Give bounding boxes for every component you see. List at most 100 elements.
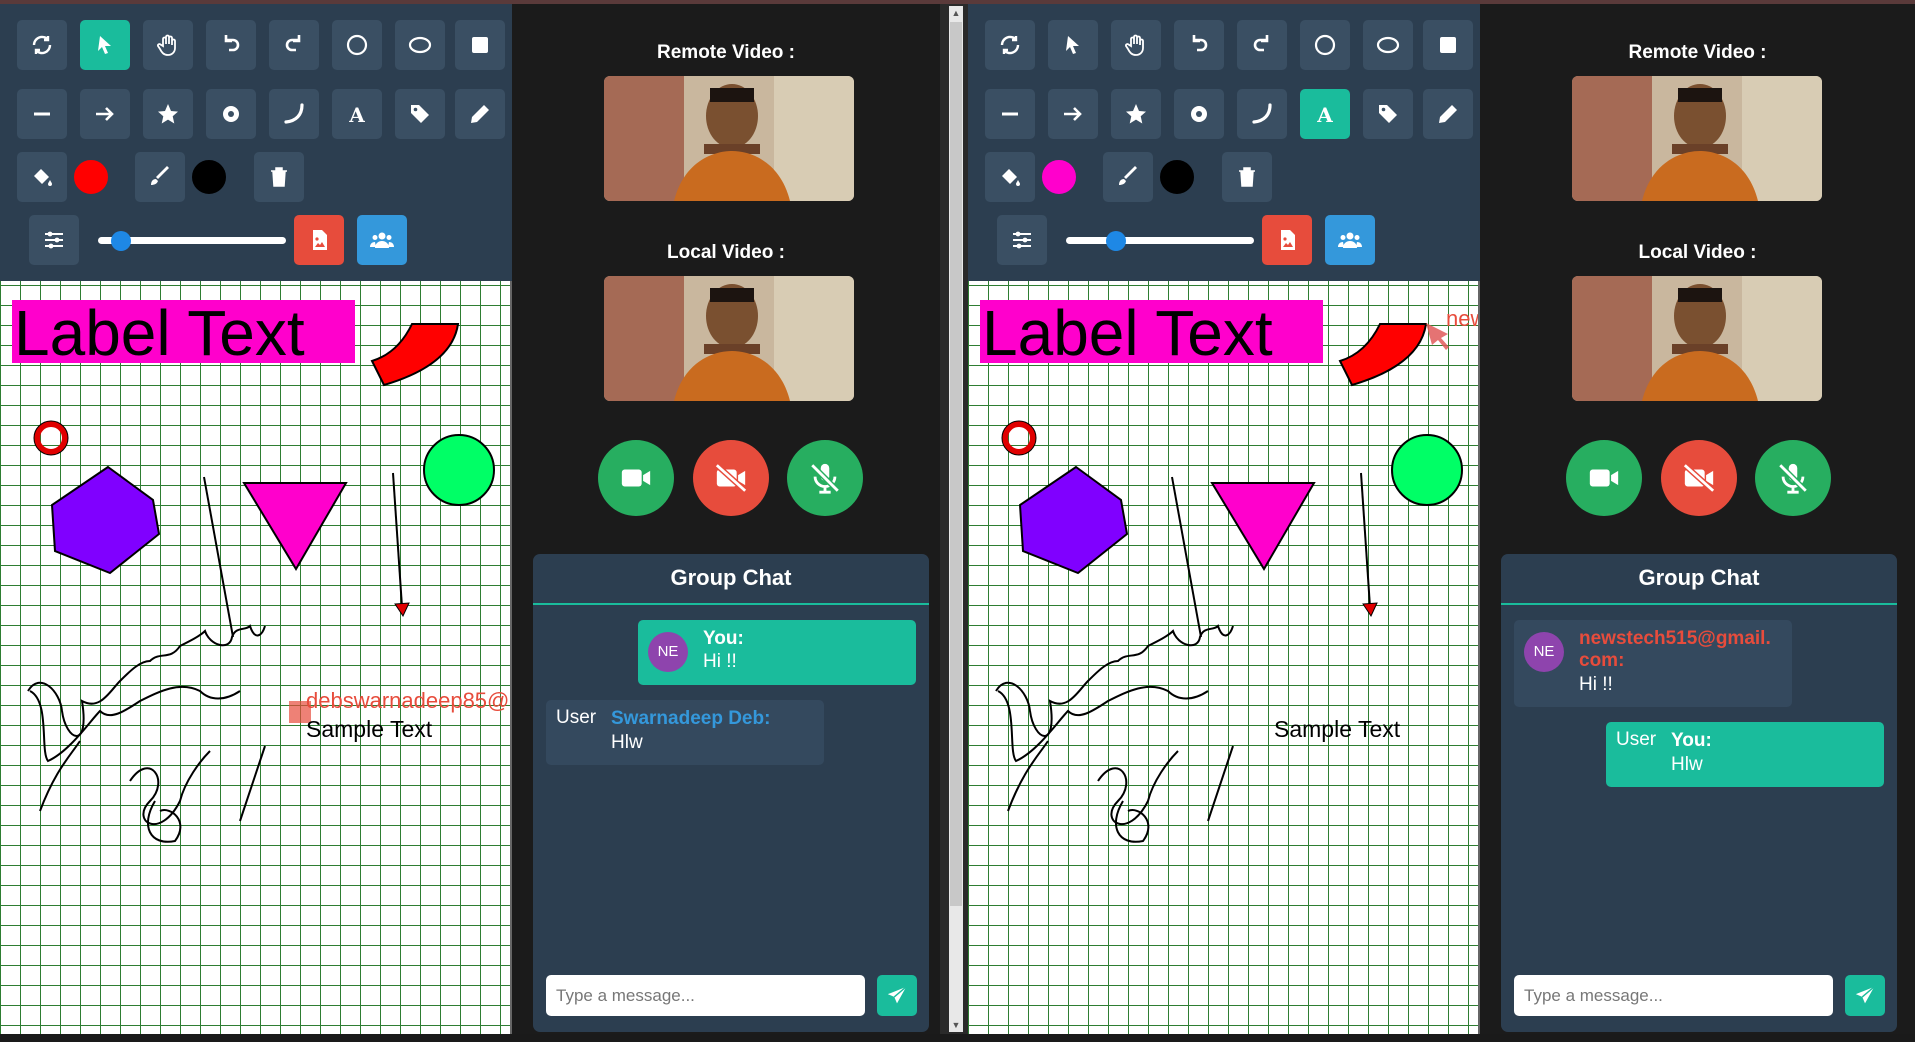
stroke-color-swatch[interactable] xyxy=(190,158,228,196)
label-text[interactable]: Label Text xyxy=(982,297,1273,369)
refresh-button[interactable] xyxy=(985,20,1035,70)
sample-text[interactable]: Sample Text xyxy=(306,716,433,742)
arrow-tool-button[interactable] xyxy=(80,89,130,139)
chat-message-input[interactable]: Type a message... xyxy=(1514,975,1833,1016)
video-call-button[interactable] xyxy=(1566,440,1642,516)
square-icon xyxy=(472,37,488,53)
rectangle-tool-button[interactable] xyxy=(1423,20,1473,70)
text-tool-button[interactable]: A xyxy=(1300,89,1350,139)
export-image-button[interactable] xyxy=(1262,215,1312,265)
ring-tool-button[interactable] xyxy=(1174,89,1224,139)
refresh-button[interactable] xyxy=(17,20,67,70)
filled-circle-shape[interactable] xyxy=(1391,434,1463,506)
arrow-icon xyxy=(96,107,114,121)
line-tool-button[interactable] xyxy=(985,89,1035,139)
circle-outline-icon xyxy=(346,34,368,56)
triangle-shape[interactable] xyxy=(1210,482,1316,571)
whiteboard-canvas[interactable]: Label Text new Sample Text xyxy=(968,281,1480,1034)
scrollbar-thumb[interactable] xyxy=(950,22,962,906)
star-tool-button[interactable] xyxy=(143,89,193,139)
group-users-button[interactable] xyxy=(1325,215,1375,265)
export-image-button[interactable] xyxy=(294,215,344,265)
brush-size-slider[interactable] xyxy=(1066,237,1254,244)
group-users-button[interactable] xyxy=(357,215,407,265)
label-text[interactable]: Label Text xyxy=(14,297,305,369)
stroke-color-button[interactable] xyxy=(135,152,185,202)
signature-scribble[interactable] xyxy=(995,624,1234,737)
signature-scribble[interactable] xyxy=(27,624,266,737)
stroke-color-swatch[interactable] xyxy=(1158,158,1196,196)
undo-button[interactable] xyxy=(1174,20,1224,70)
settings-sliders-icon xyxy=(45,231,63,249)
message-sender: Swarnadeep Deb: xyxy=(611,708,771,729)
arrow-shape[interactable] xyxy=(1360,472,1371,608)
pencil-icon xyxy=(1439,105,1457,123)
left-app-window: A Label Text debswarnadeep85@ Sample Tex… xyxy=(0,4,940,1034)
ring-shape[interactable] xyxy=(34,421,68,455)
stop-video-button[interactable] xyxy=(693,440,769,516)
arc-tool-button[interactable] xyxy=(1237,89,1287,139)
text-tool-button[interactable]: A xyxy=(332,89,382,139)
send-message-button[interactable] xyxy=(877,975,917,1016)
clear-canvas-button[interactable] xyxy=(1222,152,1272,202)
remote-video-label: Remote Video : xyxy=(1628,42,1767,63)
settings-button[interactable] xyxy=(29,215,79,265)
chat-message-input[interactable]: Type a message... xyxy=(546,975,865,1016)
fill-color-button[interactable] xyxy=(985,152,1035,202)
pan-tool-button[interactable] xyxy=(1111,20,1161,70)
line-icon xyxy=(34,112,50,116)
video-call-button[interactable] xyxy=(598,440,674,516)
line-tool-button[interactable] xyxy=(17,89,67,139)
video-camera-icon xyxy=(1589,469,1619,487)
ring-shape[interactable] xyxy=(1002,421,1036,455)
brush-size-slider-thumb[interactable] xyxy=(1106,231,1127,251)
circle-tool-button[interactable] xyxy=(1300,20,1350,70)
arc-shape[interactable] xyxy=(1338,323,1428,387)
line-shape[interactable] xyxy=(1171,476,1202,638)
ellipse-tool-button[interactable] xyxy=(1363,20,1413,70)
filled-circle-shape[interactable] xyxy=(423,434,495,506)
stop-video-button[interactable] xyxy=(1661,440,1737,516)
mute-mic-button[interactable] xyxy=(1755,440,1831,516)
undo-button[interactable] xyxy=(206,20,256,70)
arrow-shape[interactable] xyxy=(392,472,403,608)
scroll-down-icon[interactable]: ▼ xyxy=(950,1020,962,1030)
circle-tool-button[interactable] xyxy=(332,20,382,70)
ring-tool-button[interactable] xyxy=(206,89,256,139)
brush-icon xyxy=(1119,166,1137,185)
clear-canvas-button[interactable] xyxy=(254,152,304,202)
remote-video-label: Remote Video : xyxy=(657,42,795,63)
select-tool-button[interactable] xyxy=(1048,20,1098,70)
scroll-up-icon[interactable]: ▲ xyxy=(950,8,962,18)
redo-button[interactable] xyxy=(1237,20,1287,70)
arc-shape[interactable] xyxy=(370,323,460,387)
settings-button[interactable] xyxy=(997,215,1047,265)
fill-color-swatch[interactable] xyxy=(1040,158,1078,196)
hexagon-shape[interactable] xyxy=(1018,465,1129,575)
select-tool-button[interactable] xyxy=(80,20,130,70)
redo-button[interactable] xyxy=(269,20,319,70)
pencil-tool-button[interactable] xyxy=(1423,89,1473,139)
brush-size-slider-thumb[interactable] xyxy=(111,231,132,251)
stroke-color-button[interactable] xyxy=(1103,152,1153,202)
arc-tool-button[interactable] xyxy=(269,89,319,139)
ellipse-tool-button[interactable] xyxy=(395,20,445,70)
fill-color-button[interactable] xyxy=(17,152,67,202)
hexagon-shape[interactable] xyxy=(50,465,161,575)
label-tool-button[interactable] xyxy=(395,89,445,139)
line-shape[interactable] xyxy=(203,476,234,638)
star-tool-button[interactable] xyxy=(1111,89,1161,139)
ring-icon xyxy=(1191,106,1207,122)
whiteboard-canvas[interactable]: Label Text debswarnadeep85@ Sample Text xyxy=(0,281,512,1034)
sample-text[interactable]: Sample Text xyxy=(1274,716,1401,742)
rectangle-tool-button[interactable] xyxy=(455,20,505,70)
pencil-tool-button[interactable] xyxy=(455,89,505,139)
arc-icon xyxy=(1252,103,1272,124)
mute-mic-button[interactable] xyxy=(787,440,863,516)
pan-tool-button[interactable] xyxy=(143,20,193,70)
triangle-shape[interactable] xyxy=(242,482,348,571)
send-message-button[interactable] xyxy=(1845,975,1885,1016)
label-tool-button[interactable] xyxy=(1363,89,1413,139)
fill-color-swatch[interactable] xyxy=(72,158,110,196)
arrow-tool-button[interactable] xyxy=(1048,89,1098,139)
